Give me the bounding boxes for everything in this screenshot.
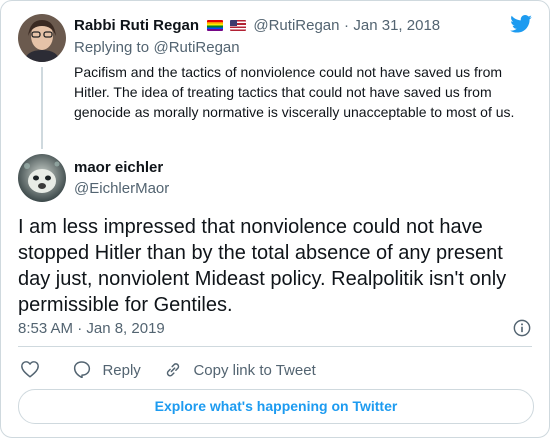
separator-dot: · <box>343 17 349 34</box>
embedded-tweet-card: Rabbi Ruti Regan @RutiRegan · Jan 31, 20… <box>0 0 550 438</box>
rainbow-flag-icon <box>207 20 224 31</box>
us-flag-icon <box>229 20 246 31</box>
replying-to-handle[interactable]: @RutiRegan <box>154 39 240 56</box>
tweet-timestamp[interactable]: 8:53 AM · Jan 8, 2019 <box>18 320 165 337</box>
like-button[interactable] <box>20 360 40 383</box>
link-icon <box>166 363 180 377</box>
info-icon[interactable] <box>513 319 531 342</box>
thread-connector <box>41 67 43 149</box>
main-author-name[interactable]: maor eichler <box>74 159 163 176</box>
copy-link-button[interactable]: Copy link to Tweet <box>163 360 316 380</box>
reply-button[interactable]: Reply <box>72 360 141 380</box>
parent-avatar[interactable] <box>18 14 66 62</box>
main-avatar[interactable] <box>18 154 66 202</box>
reply-label: Reply <box>102 362 141 379</box>
parent-author-name[interactable]: Rabbi Ruti Regan <box>74 17 199 34</box>
replying-prefix: Replying to <box>74 39 150 56</box>
divider <box>18 346 532 347</box>
main-handle[interactable]: @EichlerMaor <box>74 180 169 197</box>
parent-header: Rabbi Ruti Regan @RutiRegan · Jan 31, 20… <box>74 17 440 35</box>
parent-date[interactable]: Jan 31, 2018 <box>353 17 440 34</box>
parent-tweet-text: Pacifism and the tactics of nonviolence … <box>74 64 515 120</box>
copy-link-label: Copy link to Tweet <box>193 362 316 379</box>
main-tweet-text: I am less impressed that nonviolence cou… <box>18 216 507 316</box>
twitter-bird-icon[interactable] <box>510 15 532 38</box>
replying-to-line: Replying to @RutiRegan <box>74 39 240 57</box>
reply-icon <box>73 361 91 379</box>
heart-icon <box>21 361 39 378</box>
parent-handle[interactable]: @RutiRegan <box>253 17 339 34</box>
explore-twitter-button[interactable]: Explore what's happening on Twitter <box>18 389 534 424</box>
